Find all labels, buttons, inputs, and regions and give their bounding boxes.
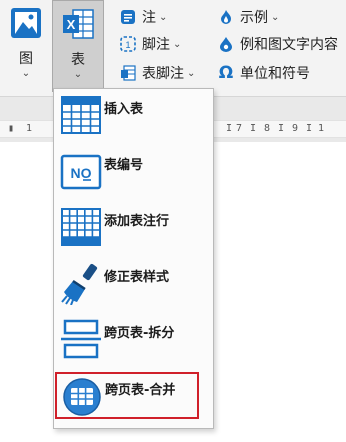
note-button[interactable]: 注 ⌄	[120, 6, 167, 28]
footer-note-button[interactable]: 1 脚注 ⌄	[120, 33, 181, 55]
chevron-down-icon: ⌄	[159, 11, 168, 23]
example-label: 示例	[240, 10, 268, 26]
menu-item-table-number[interactable]: NO 表编号	[54, 147, 213, 203]
example-figure-text-button[interactable]: 例和图文字内容	[218, 33, 338, 55]
chevron-down-icon: ⌄	[187, 67, 196, 79]
merge-table-icon	[63, 378, 101, 416]
svg-text:X: X	[67, 17, 76, 32]
menu-item-label: 修正表样式	[104, 270, 170, 285]
menu-item-label: 跨页表-拆分	[104, 326, 175, 341]
picture-button[interactable]: 图 ⌄	[6, 0, 46, 92]
units-symbols-label: 单位和符号	[240, 66, 310, 82]
ruler-mark: 1	[26, 123, 33, 134]
excel-table-icon: X	[63, 9, 94, 39]
menu-item-label: 插入表	[104, 102, 144, 117]
menu-item-insert-table[interactable]: 插入表	[54, 91, 213, 147]
svg-text:NO: NO	[71, 165, 92, 181]
menu-item-split-table[interactable]: 跨页表-拆分	[54, 315, 213, 371]
ruler-mark: 8	[264, 123, 271, 134]
ribbon: 图 ⌄ X 表 ⌄ 注 ⌄ 1 脚注 ⌄ 表脚注 ⌄ 示例 ⌄ 例和图文字内容 …	[0, 0, 346, 97]
note-label: 注	[142, 10, 156, 26]
svg-text:1: 1	[125, 40, 130, 50]
units-symbols-button[interactable]: Ω 单位和符号	[218, 62, 310, 84]
brush-style-icon	[61, 263, 98, 305]
picture-icon	[11, 8, 41, 38]
ruler-mark: 9	[292, 123, 299, 134]
table-number-icon: NO	[60, 154, 102, 190]
flame-icon	[218, 9, 234, 25]
add-table-note-row-icon	[61, 208, 101, 246]
ruler-mark: 7	[236, 123, 243, 134]
insert-table-icon	[61, 96, 101, 134]
chevron-down-icon: ⌄	[73, 69, 83, 80]
omega-icon: Ω	[218, 63, 234, 83]
menu-item-add-table-note-row[interactable]: 添加表注行	[54, 203, 213, 259]
picture-label: 图	[19, 51, 33, 67]
menu-item-fix-table-style[interactable]: 修正表样式	[54, 259, 213, 315]
split-table-icon	[61, 319, 101, 359]
footer-note-label: 脚注	[142, 37, 170, 53]
table-label: 表	[71, 52, 85, 68]
menu-item-label: 跨页表-合并	[105, 383, 176, 398]
ruler-mark: I	[306, 123, 313, 134]
ruler-mark: I	[250, 123, 257, 134]
table-footnote-icon	[120, 65, 136, 81]
chevron-down-icon: ⌄	[271, 11, 280, 23]
menu-item-merge-table[interactable]: 跨页表-合并	[55, 372, 199, 419]
footnote-icon	[120, 9, 136, 25]
example-button[interactable]: 示例 ⌄	[218, 6, 279, 28]
chevron-down-icon: ⌄	[21, 68, 31, 79]
table-dropdown-menu: 插入表 NO 表编号 添加表注行 修正表样式 跨页表-拆分 跨页表-合并	[53, 88, 214, 429]
menu-item-label: 表编号	[104, 158, 144, 173]
ruler-mark: 1	[318, 123, 325, 134]
table-footnote-label: 表脚注	[142, 66, 184, 82]
drop-icon	[218, 36, 234, 52]
ruler-mark: ▮	[8, 123, 15, 134]
example-figure-text-label: 例和图文字内容	[240, 37, 338, 53]
ruler-mark: I	[226, 123, 233, 134]
table-footnote-button[interactable]: 表脚注 ⌄	[120, 62, 195, 84]
chevron-down-icon: ⌄	[173, 38, 182, 50]
ruler-mark: I	[278, 123, 285, 134]
menu-item-label: 添加表注行	[104, 214, 170, 229]
footer-note-icon: 1	[120, 36, 136, 52]
table-button[interactable]: X 表 ⌄	[52, 0, 104, 92]
